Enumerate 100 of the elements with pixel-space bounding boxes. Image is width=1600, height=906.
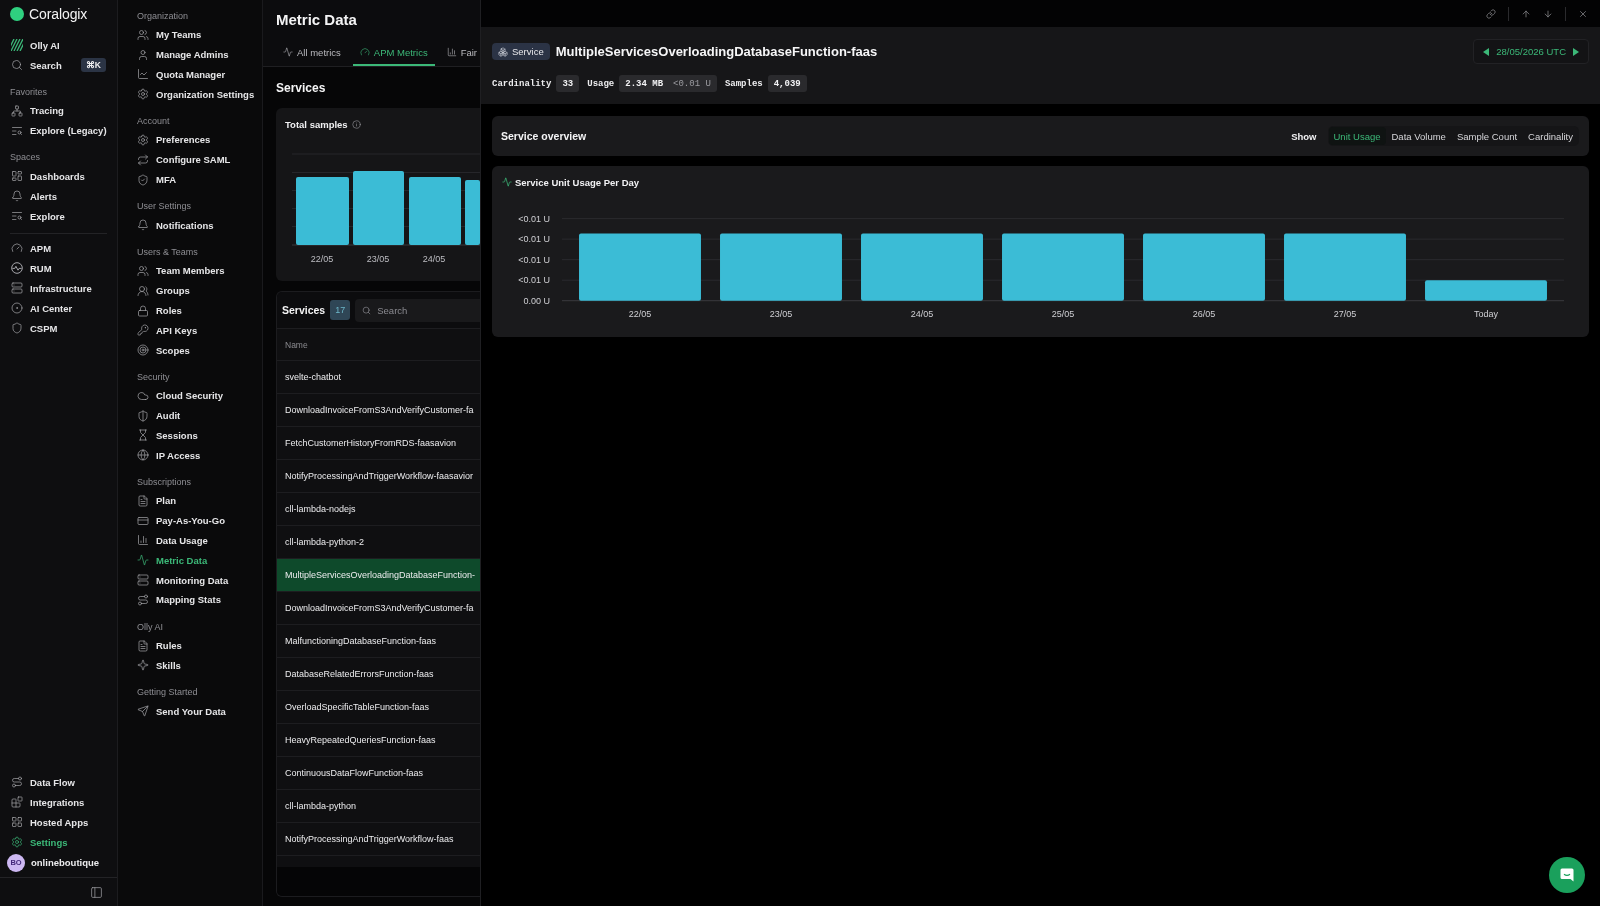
nav-item[interactable]: Organization Settings [118,84,262,105]
nav-item[interactable]: Cloud Security [118,385,262,406]
hourglass-icon [137,429,149,442]
nav-item[interactable]: Hosted Apps [0,812,117,832]
nav-item[interactable]: Data Usage [118,530,262,551]
nav-item[interactable]: Skills [118,655,262,676]
tab[interactable]: All metrics [276,40,348,66]
nav-section-title: Subscriptions [136,476,193,489]
axis-label: <0.01 U [518,254,550,265]
axis-label: 23/05 [366,253,390,266]
segment-option[interactable]: Cardinality [1523,127,1578,145]
shield-icon [11,322,23,334]
segment-option[interactable]: Data Volume [1386,127,1451,145]
nav-item[interactable]: Notifications [118,215,262,236]
axis-label: <0.01 U [518,234,550,245]
stat-secondary-value: <0.01 U [673,78,711,89]
table-row[interactable]: MultipleServicesOverloadingDatabaseFunction- [277,558,480,591]
nav-item[interactable]: Preferences [118,130,262,150]
table-title: Services [282,304,326,316]
blocks-icon [11,796,23,808]
service-title: MultipleServicesOverloadingDatabaseFunction-faas [555,44,878,59]
nav-item[interactable]: Alerts [0,186,117,206]
document-icon [137,639,149,652]
pulse-icon [137,554,149,567]
route-icon [11,776,23,788]
bar-chart-icon [137,534,149,547]
nav-item[interactable]: Tracing [0,100,117,121]
boxes-icon [498,46,508,57]
nav-item[interactable]: APM [0,238,117,258]
nav-item[interactable]: IP Access [118,445,262,466]
lock-icon [137,304,149,317]
nav-section-title: Getting Started [136,686,199,700]
line-chart-icon [137,68,149,81]
nav-item[interactable]: Data Flow [0,772,117,792]
arrow-down-icon[interactable] [1543,8,1553,19]
nav-item[interactable]: My Teams [118,25,262,45]
nav-item[interactable]: Send Your Data [118,701,262,721]
triangle-right-icon[interactable] [1573,47,1579,56]
link-icon[interactable] [1486,8,1496,19]
segment-option[interactable]: Sample Count [1451,127,1523,145]
card-title: Service overview [501,130,587,142]
nav-item[interactable]: Roles [118,300,262,321]
count-badge: 17 [330,300,351,320]
nav-item[interactable]: RUM [0,258,117,278]
nav-item[interactable]: Settings [0,832,117,852]
search-icon [362,305,372,315]
wave-circle-icon [11,262,23,274]
nav-item[interactable]: Audit [118,405,262,426]
nav-item[interactable]: Pay-As-You-Go [118,510,262,531]
nav-item[interactable]: Dashboards [0,166,117,186]
nav-item[interactable]: Search ⌘K [0,55,117,75]
users-icon [137,284,149,297]
page-title: Metric Data [276,10,358,30]
nav-item[interactable]: AI Center [0,298,117,318]
text-search-icon [11,210,23,222]
nav-item[interactable]: Groups [118,280,262,301]
nav-item[interactable]: MFA [118,169,262,190]
nav-item[interactable]: Mapping Stats [118,590,262,610]
segment-option[interactable]: Unit Usage [1328,127,1386,145]
arrow-up-icon[interactable] [1521,8,1531,19]
triangle-left-icon[interactable] [1483,47,1490,56]
nav-item[interactable]: API Keys [118,320,262,341]
nav-item[interactable]: Plan [118,491,262,511]
axis-label: Today [1474,309,1498,319]
nav-section-title: Favorites [9,85,48,99]
nav-section-title: User Settings [136,200,193,214]
close-icon[interactable] [1578,8,1588,19]
tab[interactable]: APM Metrics [352,40,435,66]
nav-item[interactable]: Monitoring Data [118,570,262,590]
date-picker[interactable]: 28/05/2026 UTC [1473,39,1589,64]
nav-item[interactable]: Sessions [118,425,262,446]
nav-item[interactable]: Rules [118,635,262,656]
nav-item[interactable]: CSPM [0,318,117,338]
nav-section-title: Security [136,370,171,384]
nav-section-title: Organization [136,10,190,23]
nav-item[interactable]: Explore (Legacy) [0,120,117,141]
nav-item[interactable]: Manage Admins [118,44,262,65]
stat-label: Samples [724,78,763,89]
server-icon [11,282,23,294]
axis-label: 0.00 U [523,295,550,306]
bell-icon [11,190,23,202]
nav-item[interactable]: Scopes [118,340,262,361]
globe-icon [137,449,149,462]
sidebar-toggle-icon[interactable] [90,885,103,899]
info-icon[interactable] [351,119,361,129]
nav-item[interactable]: Integrations [0,792,117,812]
search-field[interactable]: Search [355,298,480,322]
nav-item[interactable]: Configure SAML [118,149,262,170]
credit-card-icon [137,514,149,527]
route-icon [137,593,149,606]
nav-item[interactable]: Explore [0,206,117,226]
nav-item[interactable]: Olly AI [0,35,117,55]
nav-item[interactable]: Metric Data [118,550,262,571]
nav-item[interactable]: Team Members [118,261,262,281]
tab[interactable]: Fair [439,40,478,66]
show-label: Show [1291,130,1317,142]
nav-item[interactable]: Quota Manager [118,64,262,85]
nav-item[interactable]: Infrastructure [0,278,117,298]
cloud-icon [137,389,149,402]
axis-label: 24/05 [422,253,446,266]
